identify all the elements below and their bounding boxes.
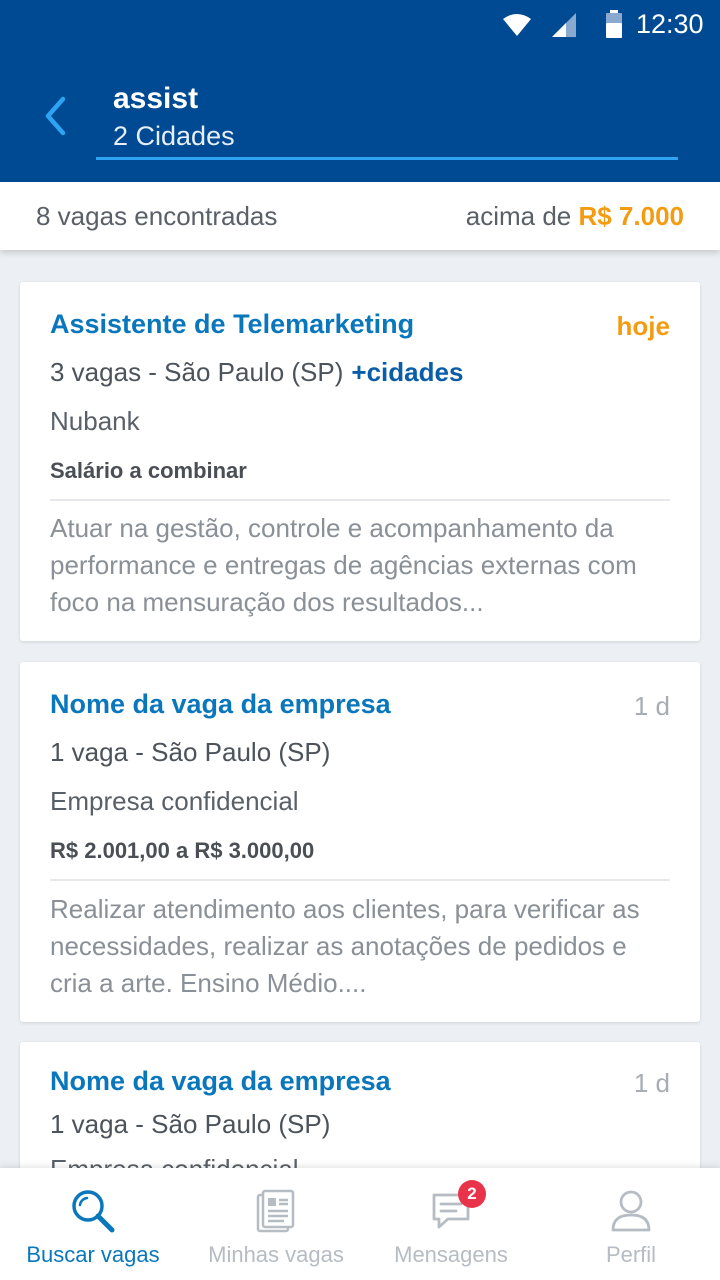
- status-bar: 12:30: [0, 0, 720, 50]
- nav-label: Perfil: [605, 1242, 657, 1267]
- nav-label: Minhas vagas: [208, 1242, 344, 1267]
- nav-label: Mensagens: [394, 1242, 508, 1267]
- result-count: 8 vagas encontradas: [36, 201, 278, 231]
- job-location-text: 3 vagas - São Paulo (SP): [50, 357, 344, 387]
- job-title[interactable]: Nome da vaga da empresa: [50, 1066, 391, 1097]
- nav-buscar-vagas[interactable]: Buscar vagas: [3, 1168, 183, 1280]
- bottom-nav: Buscar vagas Minhas vagas Mensagens Perf…: [0, 1168, 720, 1280]
- job-title[interactable]: Nome da vaga da empresa: [50, 689, 391, 720]
- search-query[interactable]: assist: [113, 82, 198, 116]
- job-date: hoje: [616, 311, 670, 341]
- more-cities-link[interactable]: +cidades: [351, 357, 463, 387]
- nav-label: Buscar vagas: [26, 1242, 160, 1267]
- job-company: Nubank: [50, 406, 140, 436]
- job-location: 3 vagas - São Paulo (SP) +cidades: [50, 357, 463, 388]
- chevron-left-icon: [45, 96, 66, 136]
- job-date: 1 d: [633, 691, 670, 721]
- search-cities[interactable]: 2 Cidades: [113, 121, 235, 152]
- app-bar: 12:30 assist 2 Cidades: [0, 0, 720, 182]
- job-salary: R$ 2.001,00 a R$ 3.000,00: [50, 838, 315, 863]
- results-bar: 8 vagas encontradas acima de R$ 7.000: [0, 182, 720, 250]
- nav-perfil[interactable]: Perfil: [541, 1168, 720, 1280]
- job-location: 1 vaga - São Paulo (SP): [50, 1109, 331, 1139]
- salary-filter-prefix: acima de: [465, 201, 572, 231]
- job-card[interactable]: Nome da vaga da empresa 1 d 1 vaga - São…: [20, 662, 700, 1022]
- status-time: 12:30: [636, 9, 704, 39]
- wifi-icon: [503, 14, 531, 36]
- card-divider: [50, 499, 670, 501]
- job-card[interactable]: Assistente de Telemarketing hoje 3 vagas…: [20, 282, 700, 641]
- search-icon: [68, 1188, 118, 1234]
- search-underline: [96, 157, 678, 160]
- job-title[interactable]: Assistente de Telemarketing: [50, 309, 414, 340]
- job-company: Empresa confidencial: [50, 786, 299, 816]
- nav-mensagens[interactable]: Mensagens: [361, 1168, 541, 1280]
- job-location: 1 vaga - São Paulo (SP): [50, 737, 331, 767]
- job-description: Realizar atendimento aos clientes, para …: [50, 894, 640, 998]
- job-date: 1 d: [633, 1068, 670, 1098]
- messages-badge: 2: [458, 1180, 486, 1208]
- nav-minhas-vagas[interactable]: Minhas vagas: [186, 1168, 366, 1280]
- job-salary: Salário a combinar: [50, 458, 247, 483]
- user-icon: [606, 1188, 656, 1234]
- back-button[interactable]: [30, 88, 80, 144]
- battery-icon: [606, 10, 622, 38]
- job-description: Atuar na gestão, controle e acompanhamen…: [50, 513, 637, 617]
- card-divider: [50, 879, 670, 881]
- document-icon: [251, 1188, 301, 1234]
- signal-icon: [552, 13, 576, 37]
- salary-filter-value: R$ 7.000: [578, 201, 684, 231]
- salary-filter[interactable]: acima de R$ 7.000: [466, 201, 684, 232]
